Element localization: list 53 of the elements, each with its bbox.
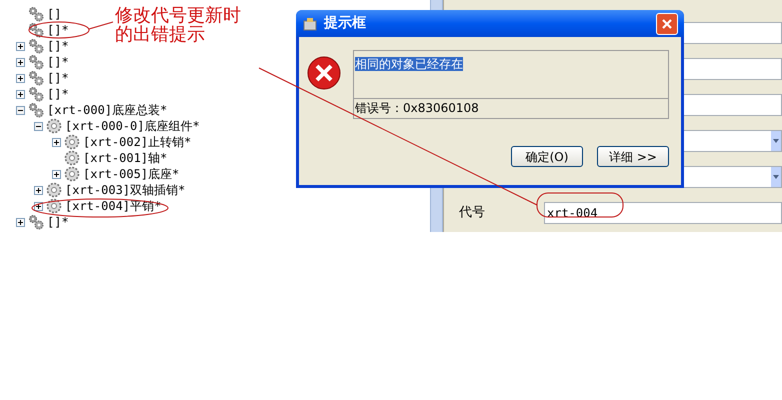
gear-icon — [46, 182, 62, 198]
tree-item[interactable]: [xrt-005]底座* — [83, 167, 180, 181]
close-icon — [661, 18, 673, 30]
tree-item[interactable]: [xrt-000-0]底座组件* — [65, 119, 200, 133]
expand-toggle[interactable] — [52, 138, 61, 146]
details-button[interactable]: 详细 >> — [597, 146, 669, 167]
expand-toggle[interactable] — [16, 90, 25, 98]
tree-item[interactable]: [xrt-003]双轴插销* — [65, 183, 186, 197]
gear-icon — [46, 198, 62, 214]
gears-icon — [28, 22, 44, 38]
highlight-circle — [28, 22, 90, 38]
gear-icon — [46, 118, 62, 134]
dropdown-icon[interactable] — [771, 167, 781, 187]
gear-icon — [64, 134, 80, 150]
dialog-title: 提示框 — [324, 14, 366, 33]
tree-item[interactable]: [] — [47, 7, 62, 21]
tree-item[interactable]: [xrt-000]底座总装* — [47, 103, 168, 117]
expand-toggle[interactable] — [16, 218, 25, 226]
leader-line — [88, 22, 114, 30]
expand-toggle[interactable] — [16, 58, 25, 66]
gears-icon — [28, 6, 44, 22]
tree-item[interactable]: []* — [47, 23, 69, 37]
collapse-toggle[interactable] — [34, 122, 43, 130]
expand-toggle[interactable] — [34, 202, 43, 210]
error-message: 相同的对象已经存在 — [355, 57, 463, 71]
expand-toggle[interactable] — [52, 170, 61, 178]
tree-item[interactable]: []* — [47, 39, 69, 53]
gear-icon — [64, 150, 80, 166]
field-label: 代号 — [458, 204, 486, 222]
error-icon — [307, 56, 341, 90]
tree-item[interactable]: [xrt-001]轴* — [83, 151, 168, 165]
expand-toggle[interactable] — [16, 74, 25, 82]
error-code: 错误号：0x83060108 — [354, 100, 480, 117]
gears-icon — [28, 38, 44, 54]
gears-icon — [28, 86, 44, 102]
annotation-text: 修改代号更新时 的出错提示 — [115, 6, 241, 44]
gears-icon — [28, 214, 44, 230]
gears-icon — [28, 54, 44, 70]
dropdown-icon[interactable] — [771, 131, 781, 151]
ok-button[interactable]: 确定(O) — [511, 146, 583, 167]
expand-toggle[interactable] — [34, 186, 43, 194]
gear-icon — [64, 166, 80, 182]
tree-item[interactable]: []* — [47, 87, 69, 101]
tree-item[interactable]: []* — [47, 215, 69, 229]
gears-icon — [28, 70, 44, 86]
expand-toggle[interactable] — [16, 42, 25, 50]
app-icon — [302, 16, 318, 32]
close-button[interactable] — [656, 12, 678, 34]
collapse-toggle[interactable] — [16, 106, 25, 114]
tree-item[interactable]: [xrt-002]止转销* — [83, 135, 192, 149]
gears-icon — [28, 102, 44, 118]
tree-item[interactable]: []* — [47, 55, 69, 69]
tree-item[interactable]: []* — [47, 71, 69, 85]
